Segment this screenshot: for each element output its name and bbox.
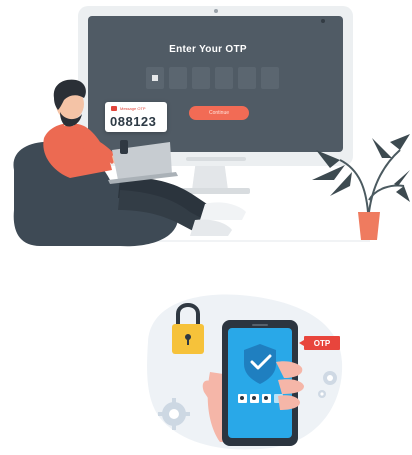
message-header: Message OTP	[111, 106, 146, 111]
otp-input-group[interactable]	[146, 67, 279, 89]
message-sender-label: Message OTP	[120, 106, 146, 111]
otp-screen-title: Enter Your OTP	[169, 44, 247, 55]
message-icon	[111, 106, 117, 111]
otp-code: 088123	[110, 114, 157, 129]
otp-message-card: Message OTP 088123	[105, 102, 167, 132]
otp-digit-box[interactable]	[215, 67, 233, 89]
otp-digit-box[interactable]	[192, 67, 210, 89]
otp-digit-box[interactable]	[238, 67, 256, 89]
otp-badge: OTP	[299, 336, 340, 350]
submit-otp-button[interactable]: Continue	[189, 106, 249, 120]
phone-security-illustration	[147, 294, 343, 450]
otp-digit-box[interactable]	[169, 67, 187, 89]
otp-illustration-scene: Enter Your OTP Continue Message OTP 0881…	[0, 0, 412, 455]
otp-digit-box[interactable]	[146, 67, 164, 89]
otp-entry-illustration	[13, 6, 410, 247]
otp-digit-box[interactable]	[261, 67, 279, 89]
